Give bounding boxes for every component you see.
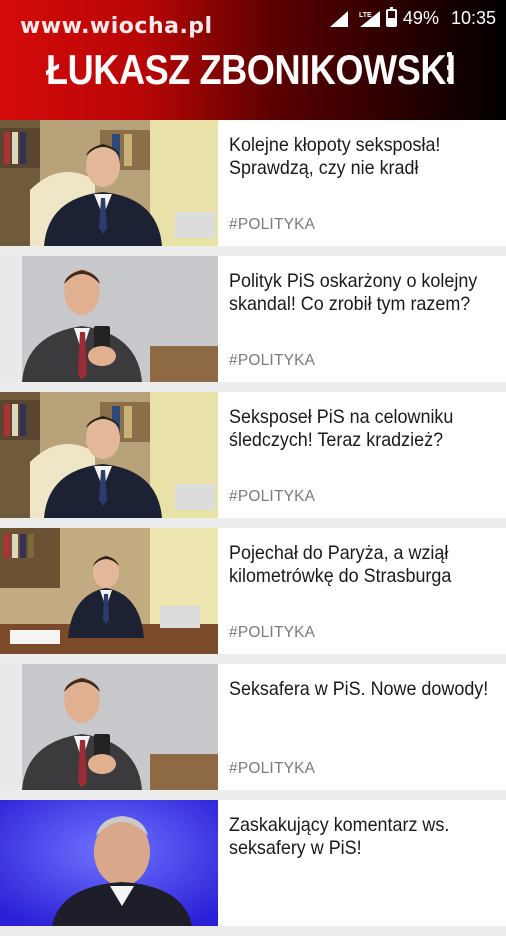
article-text[interactable]: Polityk PiS oskarżony o kolejny skandal!… bbox=[218, 256, 506, 382]
article-card-4[interactable]: Pojechał do Paryża, a wziął kilometrówkę… bbox=[0, 528, 506, 654]
article-text[interactable]: Seksafera w PiS. Nowe dowody! #POLITYKA bbox=[218, 664, 506, 790]
man-in-office-photo[interactable] bbox=[0, 392, 218, 518]
article-thumbnail[interactable] bbox=[0, 120, 218, 246]
signal-icon bbox=[329, 9, 352, 27]
article-tag[interactable]: #POLITYKA bbox=[229, 760, 315, 778]
article-text[interactable]: Kolejne kłopoty seksposła! Sprawdzą, czy… bbox=[218, 120, 506, 246]
article-headline[interactable]: Seksafera w PiS. Nowe dowody! bbox=[229, 678, 505, 701]
man-selfie-photo[interactable] bbox=[0, 256, 218, 382]
man-in-office-photo[interactable] bbox=[0, 120, 218, 246]
article-headline[interactable]: Zaskakujący komentarz ws. seksafery w Pi… bbox=[229, 814, 505, 860]
article-card-3[interactable]: Seksposeł PiS na celowniku śledczych! Te… bbox=[0, 392, 506, 518]
page-title: ŁUKASZ ZBONIKOWSKI bbox=[46, 46, 456, 93]
clock: 10:35 bbox=[450, 7, 496, 28]
article-headline[interactable]: Seksposeł PiS na celowniku śledczych! Te… bbox=[229, 406, 505, 452]
article-thumbnail[interactable] bbox=[0, 800, 218, 926]
article-text[interactable]: Zaskakujący komentarz ws. seksafery w Pi… bbox=[218, 800, 506, 926]
article-card-1[interactable]: Kolejne kłopoty seksposła! Sprawdzą, czy… bbox=[0, 120, 506, 246]
battery-fill bbox=[387, 18, 395, 25]
article-tag[interactable]: #POLITYKA bbox=[229, 488, 315, 506]
svg-text:LTE: LTE bbox=[359, 12, 372, 19]
article-thumbnail[interactable] bbox=[0, 392, 218, 518]
lte-signal-icon: LTE bbox=[358, 9, 380, 27]
article-headline[interactable]: Kolejne kłopoty seksposła! Sprawdzą, czy… bbox=[229, 134, 505, 180]
article-text[interactable]: Seksposeł PiS na celowniku śledczych! Te… bbox=[218, 392, 506, 518]
app-header: www.wiocha.pl LTE 49% 10:35 ŁUKASZ ZBONI… bbox=[0, 0, 506, 120]
article-thumbnail[interactable] bbox=[0, 664, 218, 790]
man-at-desk-photo[interactable] bbox=[0, 528, 218, 654]
battery-icon bbox=[385, 7, 397, 27]
article-text[interactable]: Pojechał do Paryża, a wziął kilometrówkę… bbox=[218, 528, 506, 654]
status-bar: LTE 49% 10:35 bbox=[329, 6, 496, 30]
man-blue-background-photo[interactable] bbox=[0, 800, 218, 926]
article-card-6[interactable]: Zaskakujący komentarz ws. seksafery w Pi… bbox=[0, 800, 506, 926]
article-card-2[interactable]: Polityk PiS oskarżony o kolejny skandal!… bbox=[0, 256, 506, 382]
article-tag[interactable]: #POLITYKA bbox=[229, 216, 315, 234]
site-watermark: www.wiocha.pl bbox=[20, 14, 213, 39]
article-thumbnail[interactable] bbox=[0, 256, 218, 382]
article-card-5[interactable]: Seksafera w PiS. Nowe dowody! #POLITYKA bbox=[0, 664, 506, 790]
article-headline[interactable]: Pojechał do Paryża, a wziął kilometrówkę… bbox=[229, 542, 505, 588]
article-tag[interactable]: #POLITYKA bbox=[229, 352, 315, 370]
article-tag[interactable]: #POLITYKA bbox=[229, 624, 315, 642]
overflow-menu-icon[interactable] bbox=[442, 52, 456, 82]
man-selfie-photo[interactable] bbox=[0, 664, 218, 790]
article-headline[interactable]: Polityk PiS oskarżony o kolejny skandal!… bbox=[229, 270, 505, 316]
article-thumbnail[interactable] bbox=[0, 528, 218, 654]
article-list: Kolejne kłopoty seksposła! Sprawdzą, czy… bbox=[0, 120, 506, 936]
battery-percent: 49% bbox=[402, 7, 439, 28]
